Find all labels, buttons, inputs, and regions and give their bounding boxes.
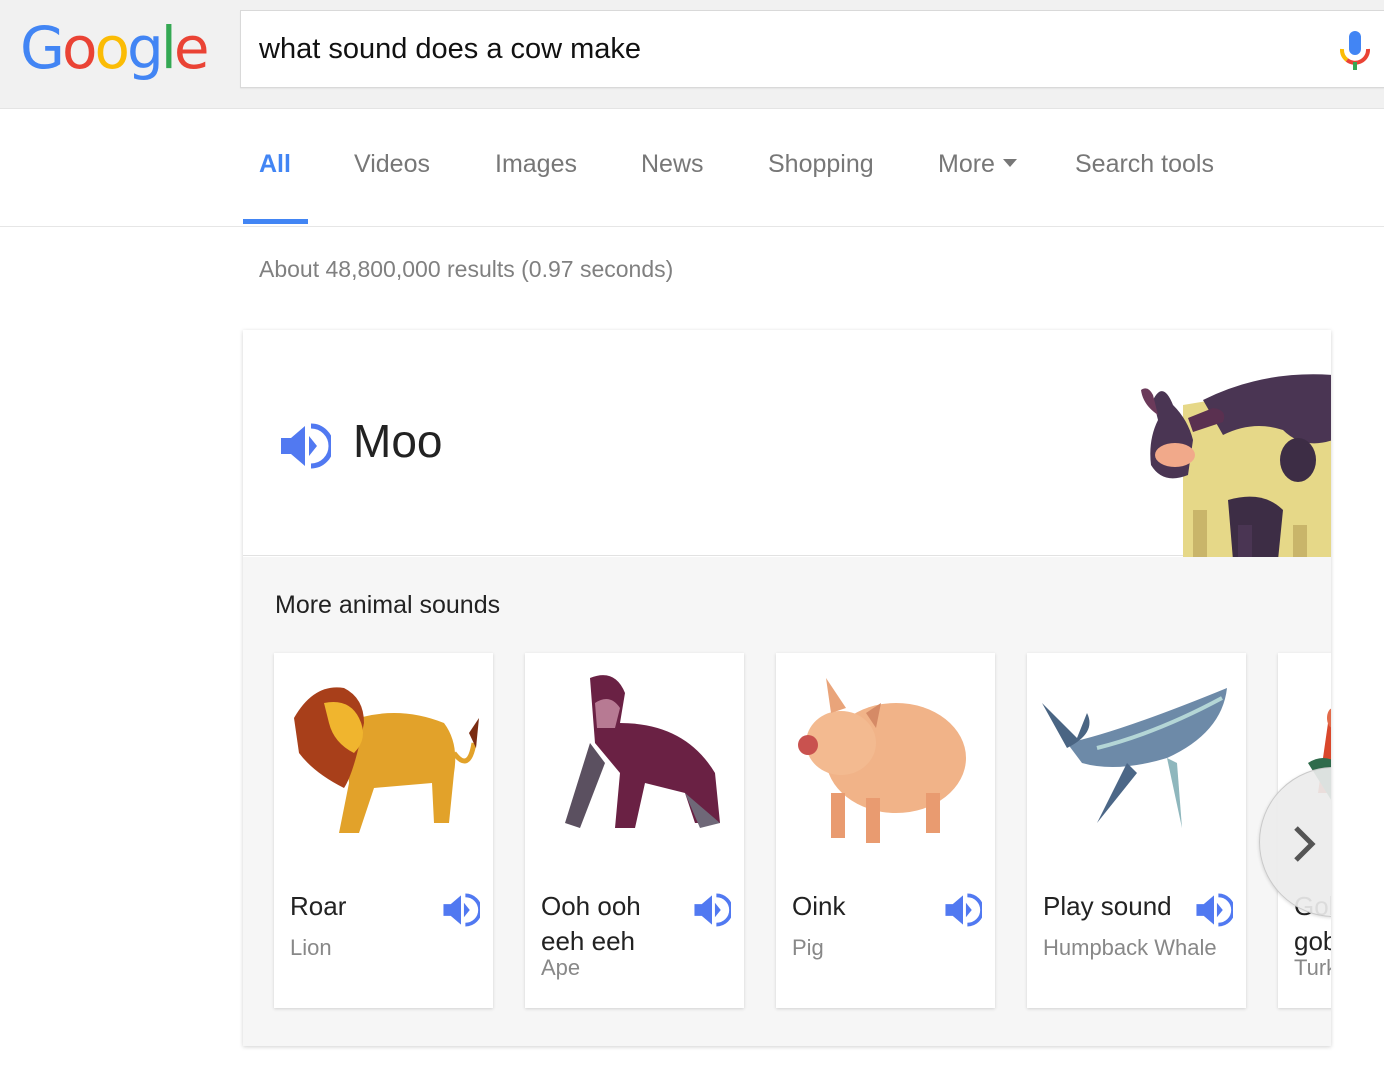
animal-name: Turkey: [1294, 955, 1331, 980]
animal-name: Ape: [541, 955, 581, 980]
animal-name: Humpback Whale: [1043, 935, 1217, 960]
logo-letter: g: [126, 14, 164, 82]
search-tabs: All Videos Images News Shopping More Sea…: [0, 110, 1384, 227]
active-tab-indicator: [243, 219, 308, 224]
tab-shopping[interactable]: Shopping: [768, 150, 874, 179]
logo-letter: l: [160, 14, 177, 82]
tab-search-tools[interactable]: Search tools: [1075, 150, 1214, 179]
animal-sound-text: Roar: [290, 891, 347, 921]
tab-images[interactable]: Images: [495, 150, 577, 179]
tab-news[interactable]: News: [641, 150, 704, 179]
animal-sound-text: Play sound: [1043, 891, 1172, 921]
speaker-icon[interactable]: [1195, 891, 1233, 929]
whale-image: [1042, 688, 1227, 828]
lion-image: [294, 687, 479, 833]
tab-more[interactable]: More: [938, 150, 1017, 179]
search-input[interactable]: [259, 29, 1259, 69]
pig-image: [798, 678, 966, 843]
more-animal-sounds-section: More animal sounds Roar Lion Ooh ooh eeh…: [243, 557, 1331, 1046]
search-box: [240, 10, 1384, 88]
result-stats: About 48,800,000 results (0.97 seconds): [259, 256, 674, 282]
tab-all[interactable]: All: [259, 150, 291, 179]
caret-down-icon: [1002, 159, 1017, 168]
logo-letter: o: [94, 14, 129, 82]
animal-sound-text: Oink: [792, 891, 846, 921]
animal-name: Pig: [792, 935, 824, 960]
speaker-icon[interactable]: [693, 891, 731, 929]
speaker-icon[interactable]: [442, 891, 480, 929]
logo-letter: o: [61, 14, 97, 82]
section-title: More animal sounds: [275, 591, 501, 619]
tab-more-label: More: [938, 150, 995, 178]
google-logo[interactable]: Google: [20, 14, 210, 82]
animal-name: Lion: [290, 935, 332, 960]
ape-image: [565, 675, 720, 828]
answer-sound: Moo: [353, 415, 443, 467]
cow-image: [1141, 374, 1331, 560]
answer-panel: Moo: [243, 330, 1331, 560]
animal-card-lion[interactable]: Roar Lion: [274, 653, 493, 1008]
next-button[interactable]: [1259, 767, 1331, 917]
animal-card-ape[interactable]: Ooh ooh eeh eeh Ape: [525, 653, 744, 1008]
header: Google: [0, 0, 1384, 109]
logo-letter: e: [173, 14, 210, 82]
animal-card-pig[interactable]: Oink Pig: [776, 653, 995, 1008]
chevron-right-icon: [1294, 826, 1316, 862]
logo-letter: G: [20, 14, 65, 82]
speaker-icon[interactable]: [944, 891, 982, 929]
tab-videos[interactable]: Videos: [354, 150, 430, 179]
animal-card-humpback-whale[interactable]: Play sound Humpback Whale: [1027, 653, 1246, 1008]
animal-sound-card: Moo More animal sounds Roar Lion Ooh ooh…: [243, 330, 1331, 1046]
speaker-icon[interactable]: [279, 420, 331, 472]
animal-sound-text: Ooh ooh eeh eeh: [541, 891, 641, 956]
microphone-icon[interactable]: [1337, 29, 1373, 73]
